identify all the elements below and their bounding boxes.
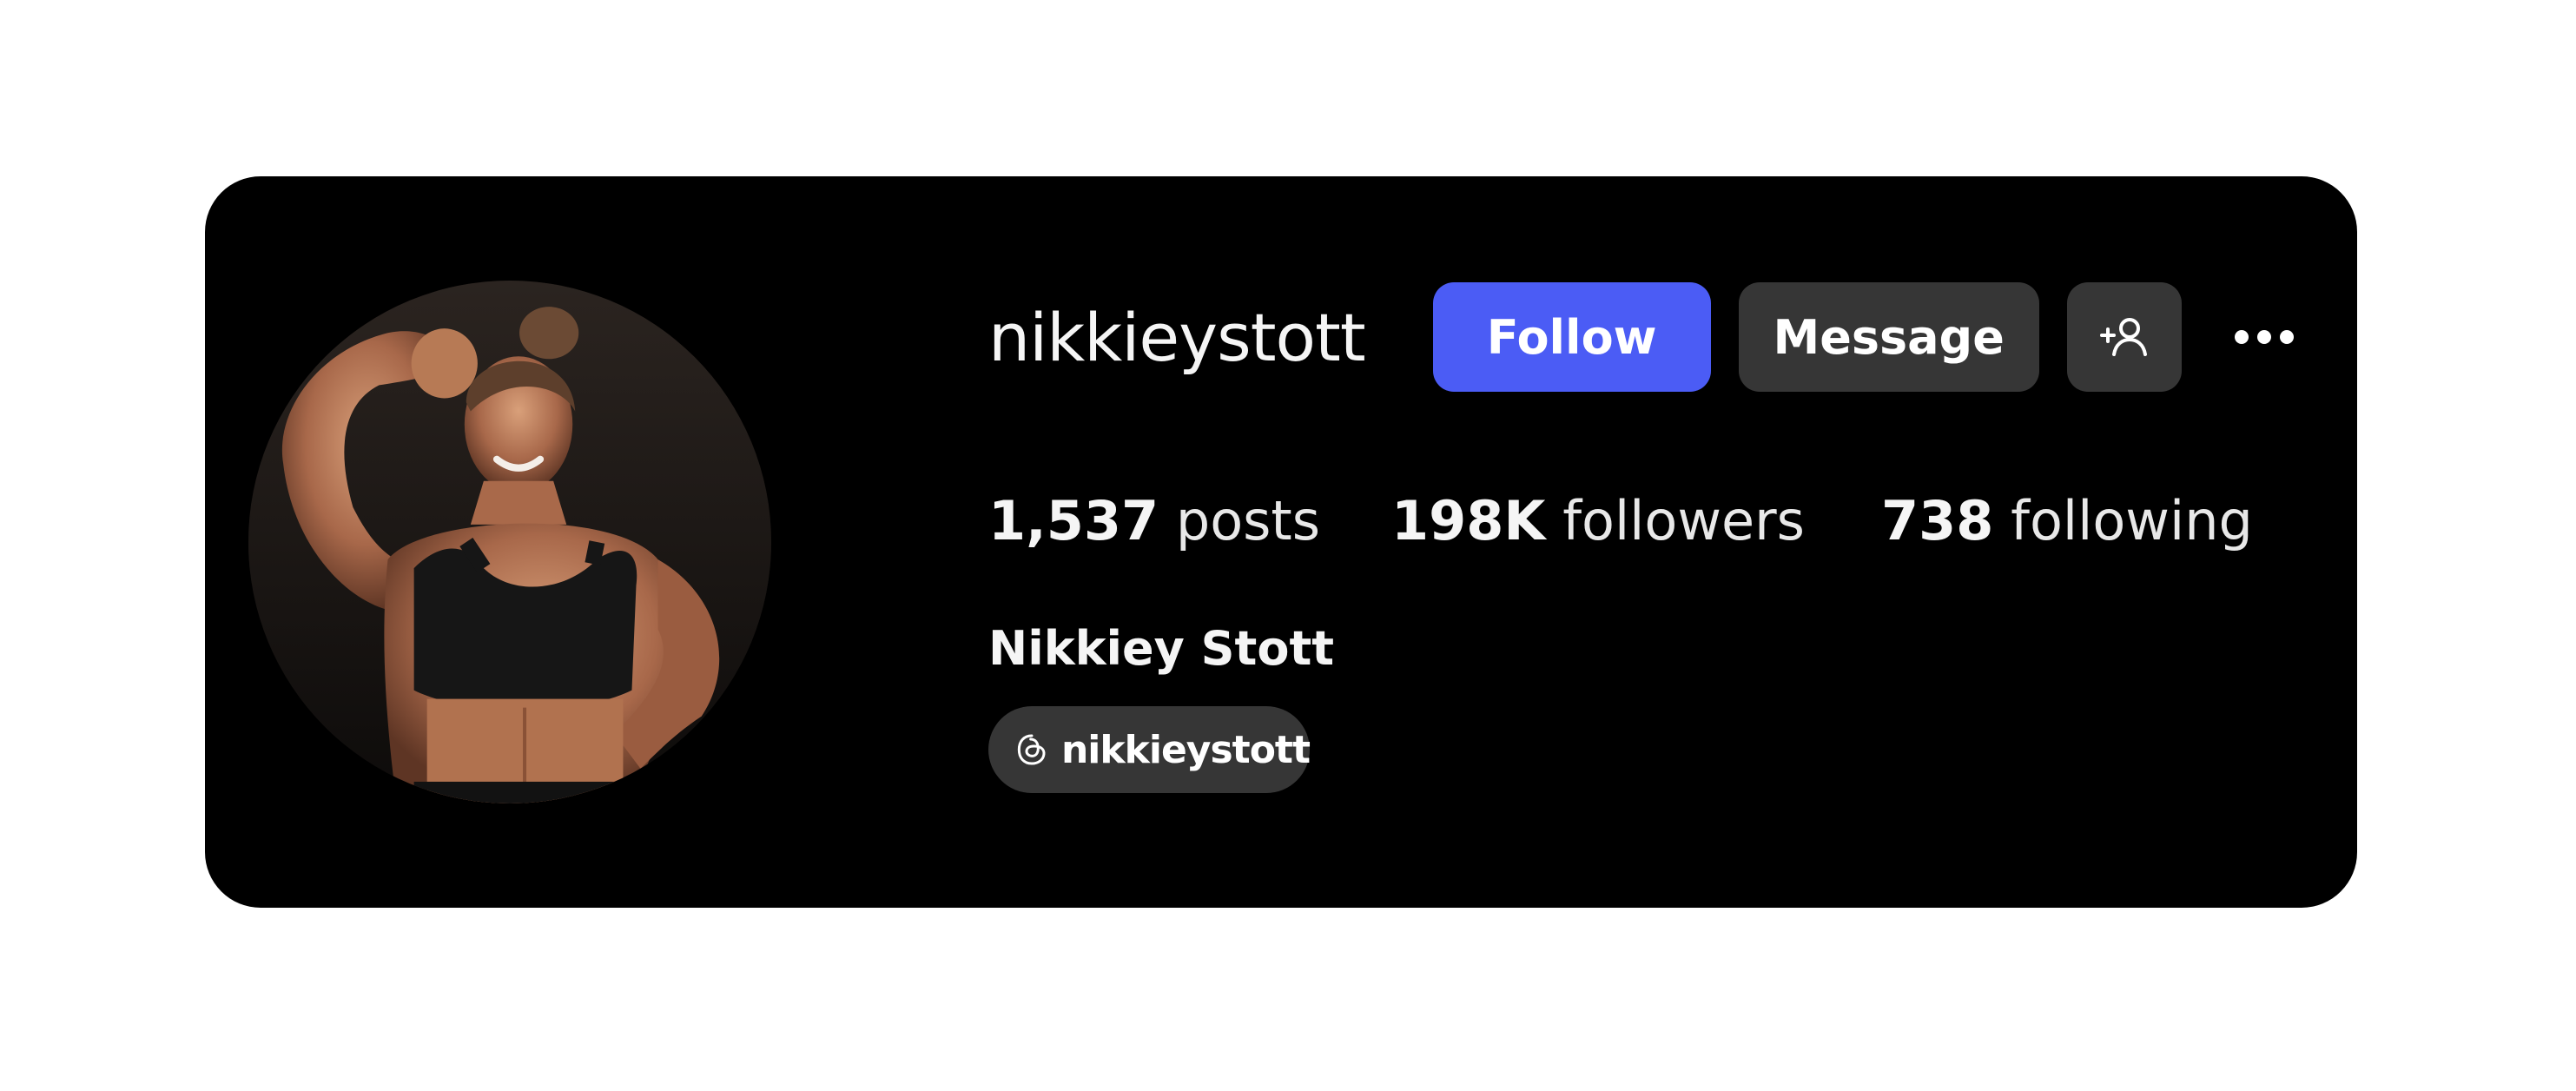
profile-avatar[interactable] bbox=[248, 281, 771, 803]
followers-count: 198K bbox=[1391, 489, 1546, 552]
posts-label: posts bbox=[1175, 489, 1321, 552]
threads-link-chip[interactable]: nikkieystott bbox=[988, 706, 1311, 793]
profile-photo bbox=[248, 281, 771, 803]
more-options-button[interactable] bbox=[2225, 282, 2303, 392]
profile-username: nikkieystott bbox=[988, 298, 1366, 376]
posts-count: 1,537 bbox=[988, 489, 1159, 552]
stat-posts[interactable]: 1,537 posts bbox=[988, 489, 1320, 552]
more-horizontal-icon bbox=[2234, 330, 2249, 344]
profile-card: nikkieystott Follow Message 1,537 posts … bbox=[205, 176, 2357, 908]
add-person-icon bbox=[2099, 318, 2147, 356]
threads-icon bbox=[1017, 734, 1046, 765]
following-label: following bbox=[2011, 489, 2253, 552]
follow-button[interactable]: Follow bbox=[1432, 282, 1711, 392]
following-count: 738 bbox=[1881, 489, 1994, 552]
message-button[interactable]: Message bbox=[1738, 282, 2039, 392]
stat-following[interactable]: 738 following bbox=[1881, 489, 2253, 552]
profile-header-row: nikkieystott Follow Message bbox=[988, 282, 2303, 392]
stat-followers[interactable]: 198K followers bbox=[1391, 489, 1805, 552]
followers-label: followers bbox=[1562, 489, 1805, 552]
add-friend-button[interactable] bbox=[2066, 282, 2182, 392]
profile-full-name: Nikkiey Stott bbox=[988, 621, 1335, 676]
more-dot bbox=[2256, 330, 2271, 344]
threads-link-label: nikkieystott bbox=[1060, 727, 1311, 772]
more-dot bbox=[2279, 330, 2294, 344]
